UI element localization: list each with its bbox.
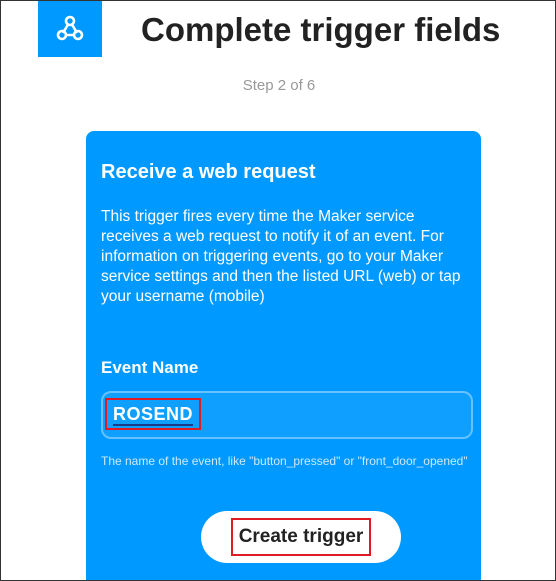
event-name-input[interactable]: ROSEND [101,391,473,439]
event-name-label: Event Name [101,358,199,377]
event-name-value-highlight: ROSEND [105,398,202,430]
page-title: Complete trigger fields [141,11,501,48]
step-indicator: Step 2 of 6 [242,77,316,94]
event-name-help: The name of the event, like "button_pres… [101,454,468,468]
trigger-description: This trigger fires every time the Maker … [101,208,461,305]
service-logo [38,1,102,57]
webhooks-icon [56,15,84,41]
page-frame: Complete trigger fields Step 2 of 6 Rece… [0,0,556,581]
create-trigger-label: Create trigger [230,518,372,556]
trigger-title: Receive a web request [101,161,316,183]
trigger-card: Receive a web request This trigger fires… [86,131,481,580]
event-name-value: ROSEND [113,404,194,426]
create-trigger-button[interactable]: Create trigger [201,511,401,563]
